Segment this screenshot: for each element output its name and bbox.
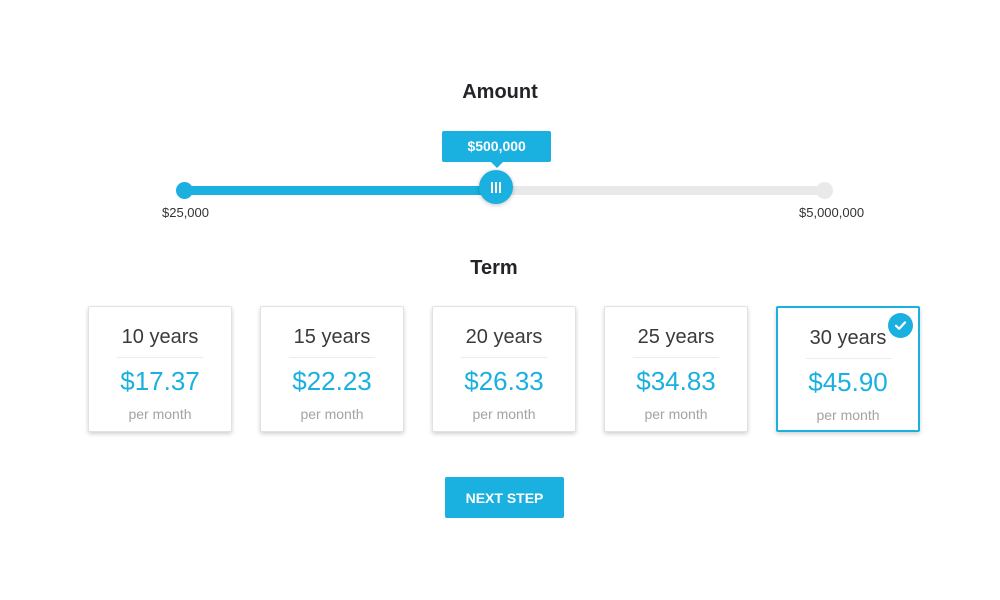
term-option-15-years[interactable]: 15 years $22.23 per month [260, 306, 404, 432]
term-options: 10 years $17.37 per month 15 years $22.2… [88, 306, 922, 434]
check-icon [894, 321, 907, 330]
price-unit: per month [644, 406, 708, 422]
card-divider [633, 357, 719, 358]
term-years: 25 years [637, 326, 715, 348]
card-divider [806, 358, 892, 359]
price-unit: per month [816, 407, 880, 423]
slider-min-dot [176, 182, 193, 199]
monthly-price: $45.90 [808, 367, 888, 397]
monthly-price: $34.83 [636, 366, 716, 396]
price-unit: per month [128, 406, 192, 422]
price-unit: per month [300, 406, 364, 422]
selected-badge [888, 313, 913, 338]
term-years: 15 years [293, 326, 371, 348]
monthly-price: $22.23 [292, 366, 372, 396]
amount-slider-fill [184, 186, 497, 195]
term-option-20-years[interactable]: 20 years $26.33 per month [432, 306, 576, 432]
loan-calculator: Amount $500,000 $25,000 $5,000,000 Term … [0, 0, 1000, 600]
next-step-button[interactable]: NEXT STEP [445, 477, 564, 518]
amount-value-tooltip: $500,000 [442, 131, 552, 168]
slider-max-dot [816, 182, 833, 199]
card-divider [461, 357, 547, 358]
amount-heading: Amount [462, 81, 538, 103]
card-divider [289, 357, 375, 358]
term-option-10-years[interactable]: 10 years $17.37 per month [88, 306, 232, 432]
amount-slider-handle[interactable] [479, 170, 514, 204]
slider-max-label: $5,000,000 [799, 205, 865, 220]
monthly-price: $26.33 [464, 366, 544, 396]
grip-lines-icon [491, 181, 502, 193]
slider-min-label: $25,000 [162, 205, 209, 220]
monthly-price: $17.37 [120, 366, 200, 396]
term-years: 10 years [121, 326, 199, 348]
term-option-25-years[interactable]: 25 years $34.83 per month [604, 306, 748, 432]
term-years: 20 years [465, 326, 543, 348]
card-divider [117, 357, 203, 358]
term-heading: Term [470, 257, 518, 279]
price-unit: per month [472, 406, 536, 422]
term-option-30-years[interactable]: 30 years $45.90 per month [776, 306, 920, 432]
